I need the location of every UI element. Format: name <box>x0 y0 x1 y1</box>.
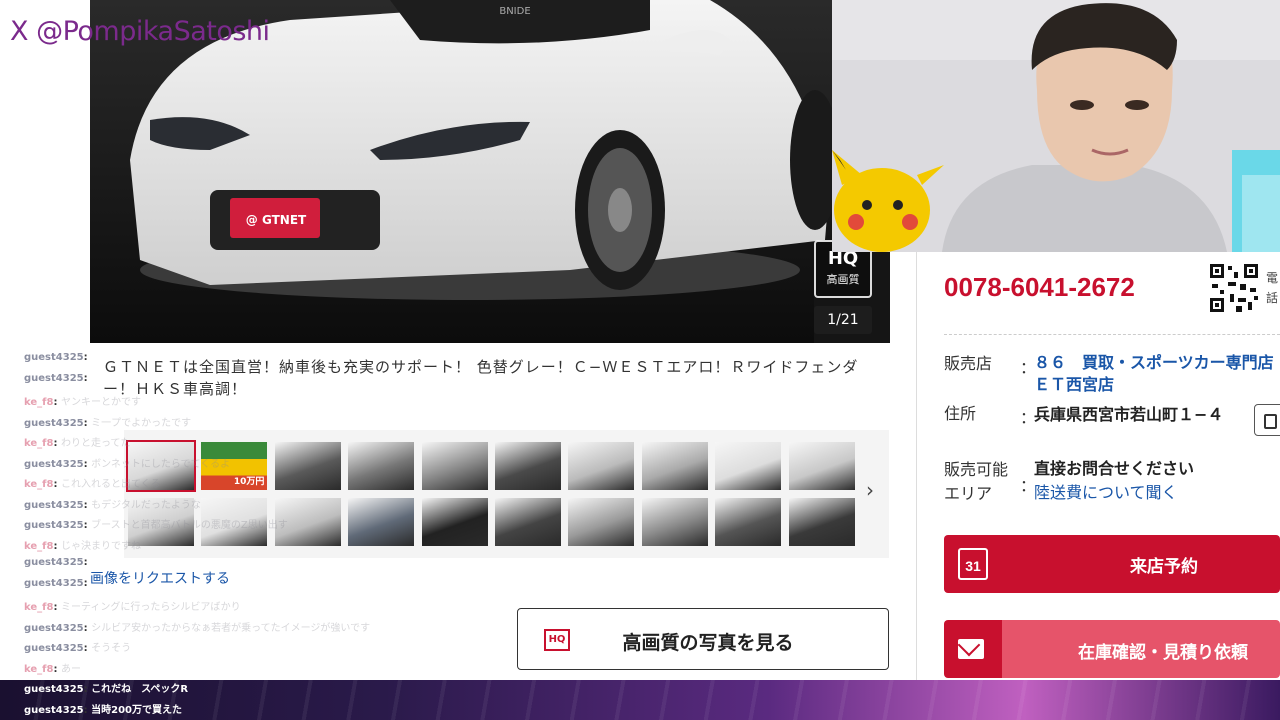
car-main-photo[interactable]: @ GTNET BNIDE <box>90 0 832 343</box>
chat-message: ke_f8: ミーティングに行ったらシルビアばかり <box>24 602 241 613</box>
chat-text: 当時200万で買えた <box>91 704 182 716</box>
chat-message: guest4325: そうそう <box>24 643 132 654</box>
stream-handle: X @PompikaSatoshi <box>10 16 270 47</box>
mail-icon <box>958 639 984 659</box>
hq-badge-small: 高画質 <box>826 273 860 286</box>
stock-quote-button[interactable]: 在庫確認・見積り依頼 <box>944 620 1280 678</box>
chat-message: ke_f8: あー <box>24 663 81 675</box>
shop-name-link[interactable]: ８６ 買取・スポーツカー専門店ＥＴ西宮店 <box>1034 352 1280 396</box>
chat-username: guest4325 <box>24 352 84 363</box>
thumbnail-trunk[interactable] <box>788 498 855 546</box>
thumbnail-photo-6[interactable] <box>495 442 561 490</box>
view-hq-photos-button[interactable]: HQ 高画質の写真を見る <box>517 608 889 670</box>
chat-username: ke_f8 <box>24 397 54 408</box>
thumbnail-seat-2[interactable] <box>641 498 708 546</box>
chat-message: ke_f8: これ入れると出てくる <box>24 479 161 490</box>
chat-text: もデジタルだったような <box>91 499 201 511</box>
chat-username: ke_f8 <box>24 540 54 552</box>
chat-message: guest4325: ミ一プでよかったです <box>24 417 192 429</box>
chat-username: ke_f8 <box>24 438 54 449</box>
chat-message: guest4325: <box>24 557 88 568</box>
panel-divider <box>916 252 917 680</box>
thumbnail-photo-9[interactable] <box>715 442 782 490</box>
copy-icon[interactable] <box>1254 404 1280 436</box>
stream-chat: guest4325: guest4325: ke_f8: ヤンキーとかです gue… <box>24 352 504 720</box>
chat-username: guest4325 <box>24 557 84 568</box>
plate-text: @ GTNET <box>246 213 307 227</box>
chat-username: guest4325 <box>24 643 84 654</box>
chat-text: これ入れると出てくる <box>60 479 161 490</box>
chat-message: ke_f8: わりと走ってた <box>24 438 131 449</box>
chat-username: guest4325 <box>24 577 84 589</box>
address-label: 住所 <box>944 404 977 423</box>
chat-text: ヤンキーとかです <box>60 397 141 408</box>
chat-text: ミーティングに行ったらシルビアばかり <box>60 602 241 613</box>
webcam-overlay <box>832 0 1280 252</box>
thumbnail-audio[interactable] <box>715 498 782 546</box>
stock-quote-label: 在庫確認・見積り依頼 <box>1078 643 1248 663</box>
chat-message: guest4325: これだね スペックR <box>24 684 189 695</box>
chat-text: シルビア安かったからなぁ若者が乗ってたイメージが強いです <box>91 622 371 634</box>
chat-message: guest4325: ブーストと首都高バトルの悪魔のZ思い出す <box>24 520 288 531</box>
area-label: 販売可能エリア <box>944 460 1009 503</box>
chat-username: guest4325 <box>24 684 84 695</box>
brand-text: BNIDE <box>499 6 530 17</box>
chat-username: guest4325 <box>24 499 84 511</box>
thumbnails-next-arrow-icon[interactable]: › <box>866 478 874 502</box>
calendar-icon: 31 <box>958 548 988 580</box>
chat-message: guest4325: <box>24 372 88 384</box>
visit-reservation-label: 来店予約 <box>1130 557 1198 577</box>
chat-text: ブーストと首都高バトルの悪魔のZ思い出す <box>91 520 288 531</box>
shop-address: 兵庫県西宮市若山町１−４ <box>1034 405 1224 424</box>
chat-username: guest4325 <box>24 417 84 429</box>
photo-counter: 1/21 <box>814 306 872 334</box>
visit-reservation-button[interactable]: 31 来店予約 <box>944 535 1280 593</box>
chat-message: guest4325: シルビア安かったからなぁ若者が乗ってたイメージが強いです <box>24 622 371 634</box>
chat-message: guest4325: <box>24 577 88 589</box>
chat-username: ke_f8 <box>24 479 54 490</box>
qr-code-icon <box>1208 262 1260 314</box>
chat-message: guest4325: 当時200万で買えた <box>24 704 182 716</box>
shop-label: 販売店 <box>944 354 993 373</box>
chat-text: ボンネットにしたらでてくるよ <box>91 458 231 470</box>
chat-text: あー <box>60 663 81 675</box>
chat-message: guest4325: <box>24 352 88 363</box>
thumbnail-rear[interactable] <box>641 442 708 490</box>
chat-text: じゃ決まりですね <box>60 540 141 552</box>
thumbnail-photo-7[interactable] <box>568 442 635 490</box>
chat-message: ke_f8: じゃ決まりですね <box>24 540 141 552</box>
dealer-phone[interactable]: 0078-6041-2672 <box>944 272 1135 303</box>
thumbnail-exhaust[interactable] <box>788 442 855 490</box>
chat-text: これだね スペックR <box>91 684 189 695</box>
chat-text: そうそう <box>91 643 132 654</box>
chat-username: guest4325 <box>24 372 84 384</box>
chat-message: guest4325: ボンネットにしたらでてくるよ <box>24 458 231 470</box>
view-hq-photos-label: 高画質の写真を見る <box>622 632 794 654</box>
dealer-separator <box>944 334 1280 335</box>
chat-username: ke_f8 <box>24 663 54 675</box>
qr-caption: 電話 <box>1266 271 1279 305</box>
thumbnail-seat-1[interactable] <box>568 498 635 546</box>
chat-username: guest4325 <box>24 622 84 634</box>
chat-username: guest4325 <box>24 704 84 716</box>
chat-message: guest4325: もデジタルだったような <box>24 499 201 511</box>
chat-message: ke_f8: ヤンキーとかです <box>24 397 141 408</box>
thumbnail-interior-2[interactable] <box>495 498 561 546</box>
chat-text: わりと走ってた <box>60 438 131 449</box>
chat-username: guest4325 <box>24 520 84 531</box>
area-value: 直接お問合せください <box>1034 459 1195 478</box>
chat-username: ke_f8 <box>24 602 54 613</box>
shipping-fee-link[interactable]: 陸送費について聞く <box>1034 482 1178 504</box>
chat-text: ミ一プでよかったです <box>91 417 192 429</box>
chat-username: guest4325 <box>24 458 84 470</box>
